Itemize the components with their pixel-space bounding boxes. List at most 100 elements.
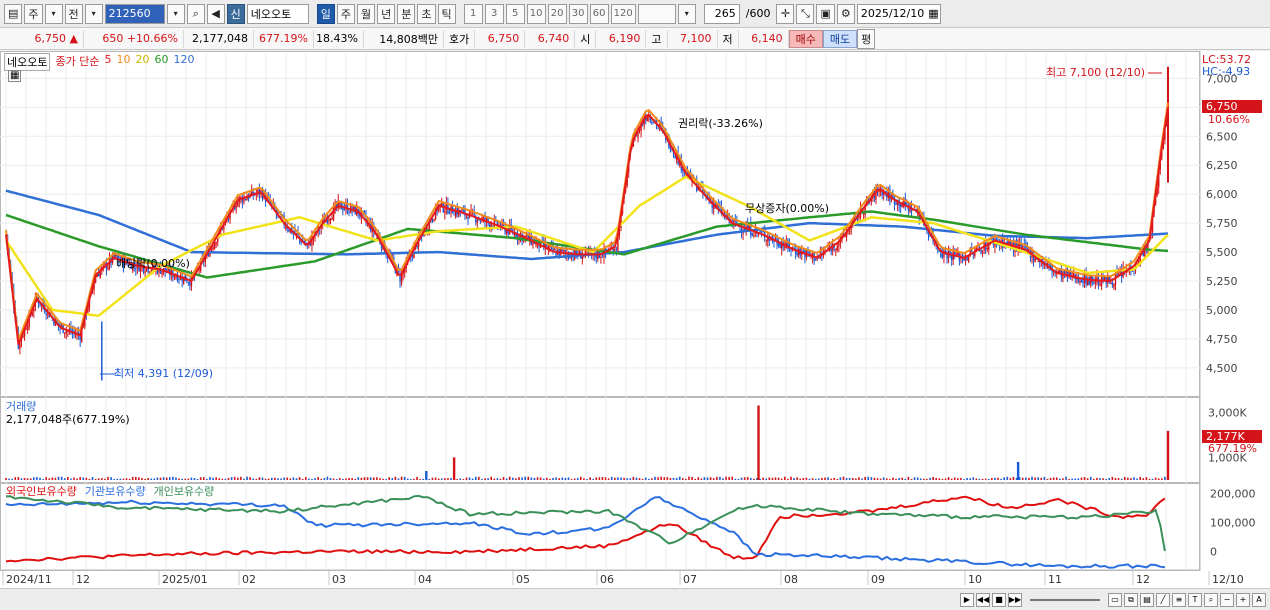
indicator-grid-icon[interactable]: ▦: [8, 70, 22, 82]
volume-bar: [678, 476, 681, 480]
volume-bar: [892, 477, 894, 480]
stock-code-input[interactable]: 212560: [104, 3, 165, 24]
candle-body: [561, 250, 563, 252]
volume-bar: [586, 479, 588, 480]
period-tab-week[interactable]: 주: [336, 3, 356, 24]
current-pct-tag: 10.66%: [1208, 113, 1250, 126]
volume-bar: [743, 477, 746, 480]
line-tool-icon[interactable]: ╱: [1156, 592, 1170, 607]
copy-chart-icon[interactable]: ⧉: [1124, 592, 1138, 607]
fib-tool-icon[interactable]: ≡: [1172, 592, 1186, 607]
scroll-right-icon[interactable]: ▶: [960, 592, 974, 607]
chart-type-icon[interactable]: ▭: [1108, 592, 1122, 607]
volume-bar: [836, 478, 839, 480]
interval-custom-input[interactable]: [637, 3, 676, 24]
candle-body: [288, 230, 290, 232]
draw-tool-icon[interactable]: ⤡: [796, 3, 815, 24]
period-tab-year[interactable]: 년: [377, 3, 396, 24]
candle-body: [25, 329, 27, 331]
candle-body: [646, 115, 648, 122]
volume-bar: [320, 478, 323, 480]
fast-forward-icon[interactable]: ▶▶: [1008, 592, 1022, 607]
candle-body: [986, 248, 988, 250]
gear-icon[interactable]: ⚙: [836, 3, 855, 24]
volume-bar: [1154, 477, 1157, 480]
volume-bar: [1157, 478, 1160, 480]
zoom-slider[interactable]: [1030, 598, 1100, 601]
zoom-in-icon[interactable]: +: [1236, 592, 1250, 607]
volume-bar: [1164, 476, 1166, 480]
prev-dropdown-icon[interactable]: ▾: [84, 3, 103, 24]
price-change-pct: +10.66%: [126, 32, 178, 45]
chart-canvas[interactable]: 4,500 4,750 5,000 5,250 5,500 5,750 6,000 6,250…: [0, 51, 1270, 591]
code-dropdown-icon[interactable]: ▾: [166, 3, 185, 24]
count-input[interactable]: 265: [703, 3, 740, 24]
interval-20-button[interactable]: 20: [547, 3, 567, 24]
font-size-icon[interactable]: A: [1252, 592, 1266, 607]
crosshair-icon[interactable]: ✛: [776, 3, 795, 24]
high-annotation: 최고 7,100 (12/10): [1046, 66, 1146, 79]
volume-bar: [916, 477, 919, 480]
speaker-icon[interactable]: ◀: [206, 3, 225, 24]
volume-bar: [60, 476, 63, 480]
period-tab-day[interactable]: 일: [316, 3, 335, 24]
period-main-button[interactable]: 주: [24, 3, 43, 24]
volume-bar: [589, 477, 591, 480]
period-tab-second[interactable]: 초: [417, 3, 436, 24]
period-prev-button[interactable]: 전: [64, 3, 83, 24]
chart-menu-icon[interactable]: ▤: [4, 3, 23, 24]
interval-120-button[interactable]: 120: [610, 3, 636, 24]
rewind-icon[interactable]: ◀◀: [976, 592, 990, 607]
date-field[interactable]: 2025/12/10 ▦: [856, 3, 941, 24]
candle-body: [189, 282, 191, 286]
interval-5-button[interactable]: 5: [505, 3, 525, 24]
candle-body: [462, 209, 465, 211]
ma5-line: [5, 107, 1169, 346]
buy-button[interactable]: 매수: [788, 29, 823, 48]
chart-area[interactable]: 4,500 4,750 5,000 5,250 5,500 5,750 6,000 6,250…: [0, 51, 1270, 591]
period-dropdown-icon[interactable]: ▾: [44, 3, 63, 24]
volume-bar: [138, 477, 140, 480]
volume-bar: [796, 477, 798, 480]
interval-3-button[interactable]: 3: [484, 3, 504, 24]
volume-bar: [648, 478, 650, 480]
volume-bar: [434, 477, 437, 480]
save-icon[interactable]: ▣: [816, 3, 835, 24]
search-icon[interactable]: ⌕: [186, 3, 205, 24]
period-tab-month[interactable]: 월: [357, 3, 376, 24]
legend-ma60: 60: [154, 53, 169, 66]
volume-bar: [833, 477, 836, 480]
volume-bar: [264, 478, 267, 480]
volume-bar: [978, 478, 981, 480]
price-tick-label: 6,500: [1206, 130, 1238, 143]
volume-bar: [926, 478, 928, 480]
avg-button[interactable]: 평: [857, 28, 876, 49]
volume-bar: [855, 478, 857, 480]
candle-body: [348, 212, 350, 214]
period-tab-tick[interactable]: 틱: [437, 3, 456, 24]
stock-name-field[interactable]: 네오오토: [246, 3, 309, 24]
stop-icon[interactable]: ■: [992, 592, 1006, 607]
period-tab-minute[interactable]: 분: [397, 3, 416, 24]
layout-icon[interactable]: ▤: [1140, 592, 1154, 607]
calendar-icon[interactable]: ▦: [928, 7, 938, 20]
volume-bar: [233, 476, 236, 480]
legend-ma20: 20: [135, 53, 150, 66]
zoom-out-icon[interactable]: −: [1220, 592, 1234, 607]
hc-value: HC:-4.93: [1202, 65, 1251, 78]
interval-1-button[interactable]: 1: [463, 3, 483, 24]
interval-10-button[interactable]: 10: [526, 3, 546, 24]
volume-bar: [471, 478, 474, 480]
volume-bar: [728, 476, 730, 480]
volume-bar: [348, 477, 350, 480]
text-tool-icon[interactable]: T: [1188, 592, 1202, 607]
sell-button[interactable]: 매도: [822, 29, 858, 48]
interval-dropdown-icon[interactable]: ▾: [677, 3, 696, 24]
interval-60-button[interactable]: 60: [589, 3, 609, 24]
price-panel-frame: [0, 51, 1200, 397]
zoom-icon[interactable]: ⌕: [1204, 592, 1218, 607]
volume-bar: [703, 477, 706, 480]
volume-bar: [821, 477, 823, 480]
interval-30-button[interactable]: 30: [568, 3, 588, 24]
price-tick-label: 6,250: [1206, 159, 1238, 172]
